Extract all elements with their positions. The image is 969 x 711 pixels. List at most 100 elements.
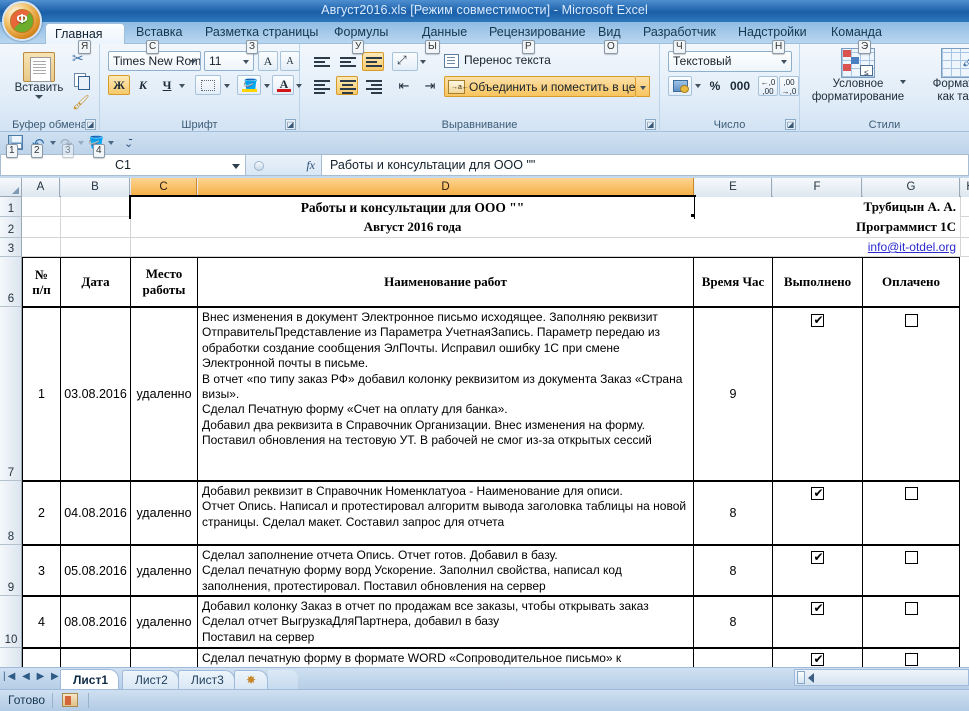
column-header-c[interactable]: C bbox=[131, 178, 197, 197]
cell-work[interactable]: Сделал заполнение отчета Опись. Отчет го… bbox=[197, 545, 694, 596]
formula-input[interactable]: Работы и консультации для ООО "" bbox=[322, 154, 969, 176]
cell-done[interactable] bbox=[772, 648, 863, 667]
row-header-7[interactable]: 7 bbox=[0, 307, 22, 481]
align-center-button[interactable] bbox=[336, 76, 358, 95]
cell-hours[interactable] bbox=[693, 648, 773, 667]
nav-next-icon[interactable]: ▶ bbox=[37, 671, 47, 682]
th-place[interactable]: Место работы bbox=[130, 257, 198, 307]
new-sheet-button[interactable]: ✸ bbox=[234, 670, 268, 690]
cell-num[interactable]: 3 bbox=[22, 545, 61, 596]
th-number[interactable]: № п/п bbox=[22, 257, 61, 307]
nav-prev-icon[interactable]: ◀ bbox=[22, 671, 32, 682]
align-middle-button[interactable] bbox=[336, 52, 358, 71]
cell-num[interactable]: 4 bbox=[22, 596, 61, 648]
orientation-button[interactable]: ⤢ bbox=[392, 52, 418, 71]
align-top-button[interactable] bbox=[310, 52, 332, 71]
nav-first-icon[interactable]: |◀ bbox=[3, 671, 17, 682]
font-size-input[interactable]: 11 bbox=[204, 51, 254, 71]
cell-paid[interactable] bbox=[862, 307, 960, 481]
row-header-2[interactable]: 2 bbox=[0, 217, 22, 238]
orientation-dropdown-arrow[interactable] bbox=[420, 60, 426, 64]
cancel-icon[interactable] bbox=[254, 161, 264, 171]
column-header-b[interactable]: B bbox=[61, 178, 130, 197]
format-as-table-button[interactable]: 🖌 Форматир как табл bbox=[912, 48, 969, 104]
tab-vstavka[interactable]: Вставка bbox=[127, 22, 191, 44]
checkbox-done[interactable] bbox=[811, 312, 825, 328]
borders-dropdown-arrow[interactable] bbox=[224, 84, 230, 88]
clipboard-dialog-launcher[interactable]: ◪ bbox=[85, 119, 96, 130]
column-header-e[interactable]: E bbox=[695, 178, 772, 197]
row-header-1[interactable]: 1 bbox=[0, 197, 22, 217]
page-view-icon[interactable] bbox=[62, 693, 78, 707]
checkbox-done[interactable] bbox=[811, 549, 825, 565]
th-paid[interactable]: Оплачено bbox=[862, 257, 960, 307]
cell-work[interactable]: Внес изменения в документ Электронное пи… bbox=[197, 307, 694, 481]
cell-paid[interactable] bbox=[862, 545, 960, 596]
cell-date[interactable]: 08.08.2016 bbox=[60, 596, 131, 648]
tab-komanda[interactable]: Команда bbox=[822, 22, 891, 44]
fill-color-button[interactable]: 🪣 bbox=[237, 75, 261, 95]
insert-function-icon[interactable]: fx bbox=[306, 158, 315, 173]
cell-person[interactable]: Трубицын А. А. bbox=[695, 197, 960, 217]
th-done[interactable]: Выполнено bbox=[772, 257, 863, 307]
fill-dropdown-arrow[interactable] bbox=[108, 141, 114, 145]
checkbox-paid[interactable] bbox=[904, 602, 918, 615]
column-header-d[interactable]: D bbox=[198, 178, 694, 197]
underline-dropdown-arrow[interactable] bbox=[179, 84, 185, 88]
cell-date[interactable]: 05.08.2016 bbox=[60, 545, 131, 596]
cell-date[interactable] bbox=[60, 648, 131, 667]
checkbox-done[interactable] bbox=[811, 600, 825, 616]
cell-done[interactable] bbox=[772, 596, 863, 648]
cell-subtitle[interactable]: Август 2016 года bbox=[131, 217, 694, 237]
cell-place[interactable]: удаленно bbox=[130, 596, 198, 648]
merge-center-button[interactable]: →a← Объединить и поместить в центре bbox=[444, 76, 636, 97]
row-header-11[interactable] bbox=[0, 648, 22, 667]
column-header-a[interactable]: A bbox=[22, 178, 60, 197]
font-color-button[interactable]: A bbox=[272, 75, 294, 95]
row-header-10[interactable]: 10 bbox=[0, 596, 22, 648]
grow-font-button[interactable]: A bbox=[258, 51, 278, 71]
accounting-format-button[interactable] bbox=[668, 76, 692, 96]
cell-hours[interactable]: 8 bbox=[693, 481, 773, 545]
checkbox-paid[interactable] bbox=[904, 487, 918, 500]
row-header-3[interactable]: 3 bbox=[0, 238, 22, 257]
decrease-indent-button[interactable]: ⇤ bbox=[392, 76, 416, 95]
checkbox-done[interactable] bbox=[811, 651, 825, 667]
sheet-tab-list1[interactable]: Лист1 bbox=[60, 669, 120, 690]
number-format-select[interactable]: Текстовый bbox=[668, 51, 792, 72]
tab-recenzirovanie[interactable]: Рецензирование bbox=[480, 22, 595, 44]
checkbox-paid[interactable] bbox=[904, 314, 918, 327]
font-dialog-launcher[interactable]: ◪ bbox=[285, 119, 296, 130]
align-left-button[interactable] bbox=[310, 76, 332, 95]
shrink-font-button[interactable]: A bbox=[280, 51, 300, 71]
checkbox-paid[interactable] bbox=[904, 551, 918, 564]
conditional-formatting-dropdown-arrow[interactable] bbox=[900, 80, 906, 84]
bold-button[interactable]: Ж bbox=[108, 75, 130, 95]
sheet-tab-list3[interactable]: Лист3 bbox=[178, 670, 235, 690]
paste-dropdown-arrow[interactable] bbox=[35, 95, 43, 99]
align-bottom-button[interactable] bbox=[362, 52, 384, 71]
cell-work[interactable]: Добавил колонку Заказ в отчет по продажа… bbox=[197, 596, 694, 648]
cell-done[interactable] bbox=[772, 481, 863, 545]
th-hours[interactable]: Время Час bbox=[693, 257, 773, 307]
row-header-6[interactable]: 6 bbox=[0, 257, 22, 307]
cell-num[interactable] bbox=[22, 648, 61, 667]
tab-razmetka[interactable]: Разметка страницы bbox=[196, 22, 327, 44]
cell-place[interactable]: удаленно bbox=[130, 481, 198, 545]
cell-date[interactable]: 04.08.2016 bbox=[60, 481, 131, 545]
th-date[interactable]: Дата bbox=[60, 257, 131, 307]
cell-done[interactable] bbox=[772, 307, 863, 481]
undo-dropdown-arrow[interactable] bbox=[50, 141, 56, 145]
copy-icon[interactable] bbox=[72, 72, 90, 90]
sheet-tab-list2[interactable]: Лист2 bbox=[122, 670, 179, 690]
paste-button[interactable]: Вставить bbox=[8, 52, 70, 99]
cell-paid[interactable] bbox=[862, 596, 960, 648]
cell-place[interactable]: удаленно bbox=[130, 545, 198, 596]
cell-title[interactable]: Работы и консультации для ООО "" bbox=[129, 195, 696, 219]
cell-num[interactable]: 2 bbox=[22, 481, 61, 545]
conditional-formatting-button[interactable]: ≤ Условное форматирование bbox=[808, 48, 908, 104]
number-dialog-launcher[interactable]: ◪ bbox=[785, 119, 796, 130]
horizontal-scrollbar[interactable] bbox=[794, 669, 969, 686]
accounting-dropdown-arrow[interactable] bbox=[695, 84, 701, 88]
scroll-left-arrow-icon[interactable] bbox=[808, 673, 814, 683]
